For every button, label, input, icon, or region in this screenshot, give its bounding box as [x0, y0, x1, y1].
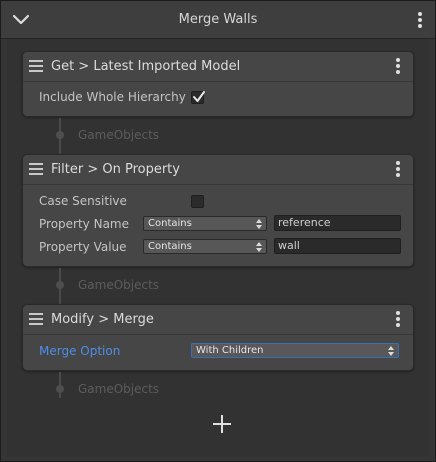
- connector-label: GameObjects: [78, 382, 160, 396]
- window-header: Merge Walls: [1, 1, 435, 39]
- property-value-text-field[interactable]: wall: [274, 238, 401, 254]
- connector-label: GameObjects: [78, 278, 160, 292]
- node-title: Get > Latest Imported Model: [51, 59, 241, 74]
- hamburger-icon[interactable]: [29, 313, 43, 325]
- node-header[interactable]: Get > Latest Imported Model: [23, 52, 413, 82]
- dropdown-value: Contains: [148, 241, 192, 252]
- node-title: Filter > On Property: [51, 162, 180, 177]
- node-graph-window: Merge Walls Get > Latest Imported Model …: [0, 0, 436, 462]
- case-sensitive-label: Case Sensitive: [39, 194, 127, 208]
- merge-option-dropdown[interactable]: With Children: [191, 343, 399, 358]
- updown-arrows-icon: [256, 219, 262, 229]
- dropdown-value: With Children: [196, 345, 264, 356]
- updown-arrows-icon: [388, 346, 394, 356]
- property-name-text-field[interactable]: reference: [274, 215, 401, 231]
- window-title: Merge Walls: [178, 12, 258, 27]
- node-title: Modify > Merge: [51, 312, 154, 327]
- plus-icon[interactable]: [209, 411, 235, 437]
- include-whole-hierarchy-label: Include Whole Hierarchy: [39, 90, 186, 104]
- property-value-mode-dropdown[interactable]: Contains: [143, 239, 267, 254]
- connector-label: GameObjects: [78, 128, 160, 142]
- node-card-filter-on-property[interactable]: Filter > On Property Case Sensitive Prop…: [22, 154, 414, 267]
- merge-option-label: Merge Option: [39, 344, 121, 358]
- connector-port[interactable]: [56, 131, 64, 139]
- kebab-menu-icon[interactable]: [395, 57, 401, 75]
- dropdown-value: Contains: [148, 218, 192, 229]
- include-whole-hierarchy-checkbox[interactable]: [191, 91, 205, 104]
- property-name-label: Property Name: [39, 217, 129, 231]
- kebab-menu-icon[interactable]: [395, 160, 401, 178]
- connector-port[interactable]: [56, 281, 64, 289]
- checkmark-icon: [193, 91, 205, 102]
- case-sensitive-checkbox[interactable]: [191, 195, 204, 208]
- updown-arrows-icon: [256, 242, 262, 252]
- connector-port[interactable]: [56, 385, 64, 393]
- node-header[interactable]: Modify > Merge: [23, 305, 413, 335]
- hamburger-icon[interactable]: [29, 60, 43, 72]
- property-name-mode-dropdown[interactable]: Contains: [143, 216, 267, 231]
- node-card-get-latest-imported-model[interactable]: Get > Latest Imported Model Include Whol…: [22, 51, 414, 117]
- node-header[interactable]: Filter > On Property: [23, 155, 413, 185]
- property-value-label: Property Value: [39, 240, 127, 254]
- kebab-menu-icon[interactable]: [395, 310, 401, 328]
- hamburger-icon[interactable]: [29, 163, 43, 175]
- kebab-menu-icon[interactable]: [417, 11, 423, 29]
- node-card-modify-merge[interactable]: Modify > Merge Merge Option With Childre…: [22, 304, 414, 371]
